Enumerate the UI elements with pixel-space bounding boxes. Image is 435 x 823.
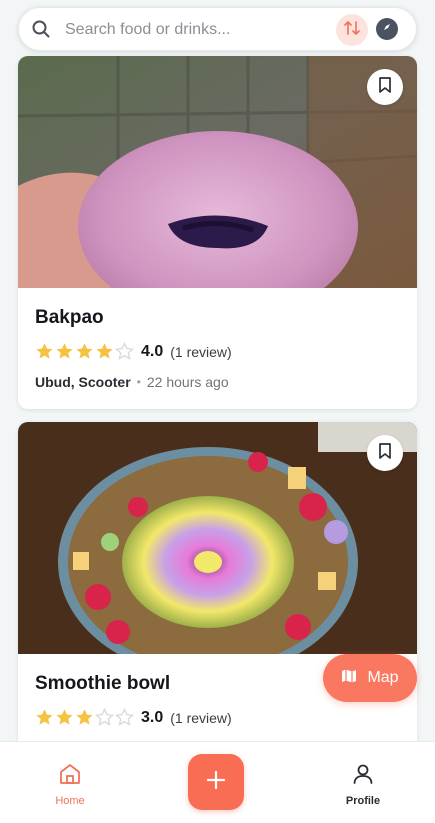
rating-row: 4.0 (1 review) [35, 342, 232, 361]
post-meta: Ubud, Scooter • 22 hours ago [35, 374, 229, 390]
star-filled-icon [76, 709, 93, 725]
map-icon [341, 668, 357, 689]
nav-item-home[interactable]: Home [38, 762, 102, 807]
bottom-navigation: Home Profile [0, 741, 435, 823]
star-filled-icon [96, 343, 113, 359]
nav-item-profile[interactable]: Profile [331, 762, 395, 807]
star-filled-icon [36, 709, 53, 725]
post-time: 22 hours ago [146, 374, 229, 390]
search-icon [31, 19, 51, 39]
star-filled-icon [36, 343, 53, 359]
review-count: (1 review) [170, 709, 232, 726]
star-rating [35, 708, 134, 727]
compass-icon [381, 20, 393, 38]
star-empty-icon [115, 708, 134, 726]
add-post-button[interactable] [188, 754, 244, 810]
star-rating [35, 342, 134, 361]
star-filled-icon [56, 343, 73, 359]
rating-value: 3.0 [141, 708, 164, 726]
review-count: (1 review) [170, 343, 232, 360]
post-location: Ubud, Scooter [35, 374, 131, 390]
search-bar [18, 7, 417, 51]
post-card[interactable]: Bakpao 4.0 (1 review) Ubud, Scooter • 22… [18, 56, 417, 409]
user-icon [351, 762, 375, 791]
sort-icon [343, 19, 361, 42]
star-filled-icon [76, 343, 93, 359]
home-icon [58, 762, 82, 791]
sort-button[interactable] [336, 14, 368, 46]
star-empty-icon [115, 342, 134, 360]
star-filled-icon [56, 709, 73, 725]
nav-profile-label: Profile [345, 795, 381, 807]
meta-separator: • [136, 375, 141, 389]
map-button-label: Map [367, 669, 399, 686]
nav-home-label: Home [55, 795, 85, 807]
map-button[interactable]: Map [323, 654, 417, 702]
post-title: Smoothie bowl [35, 673, 171, 694]
post-photo [18, 422, 417, 654]
bookmark-icon [377, 442, 393, 465]
bookmark-button[interactable] [367, 435, 403, 471]
rating-value: 4.0 [141, 342, 164, 360]
explore-button[interactable] [376, 18, 398, 40]
bookmark-icon [377, 76, 393, 99]
post-card[interactable]: Smoothie bowl 3.0 (1 review) [18, 422, 417, 752]
rating-row: 3.0 (1 review) [35, 708, 232, 727]
post-photo [18, 56, 417, 288]
post-title: Bakpao [35, 307, 104, 328]
search-input[interactable] [65, 18, 335, 42]
star-empty-icon [95, 708, 114, 726]
plus-icon [206, 770, 226, 795]
bookmark-button[interactable] [367, 69, 403, 105]
